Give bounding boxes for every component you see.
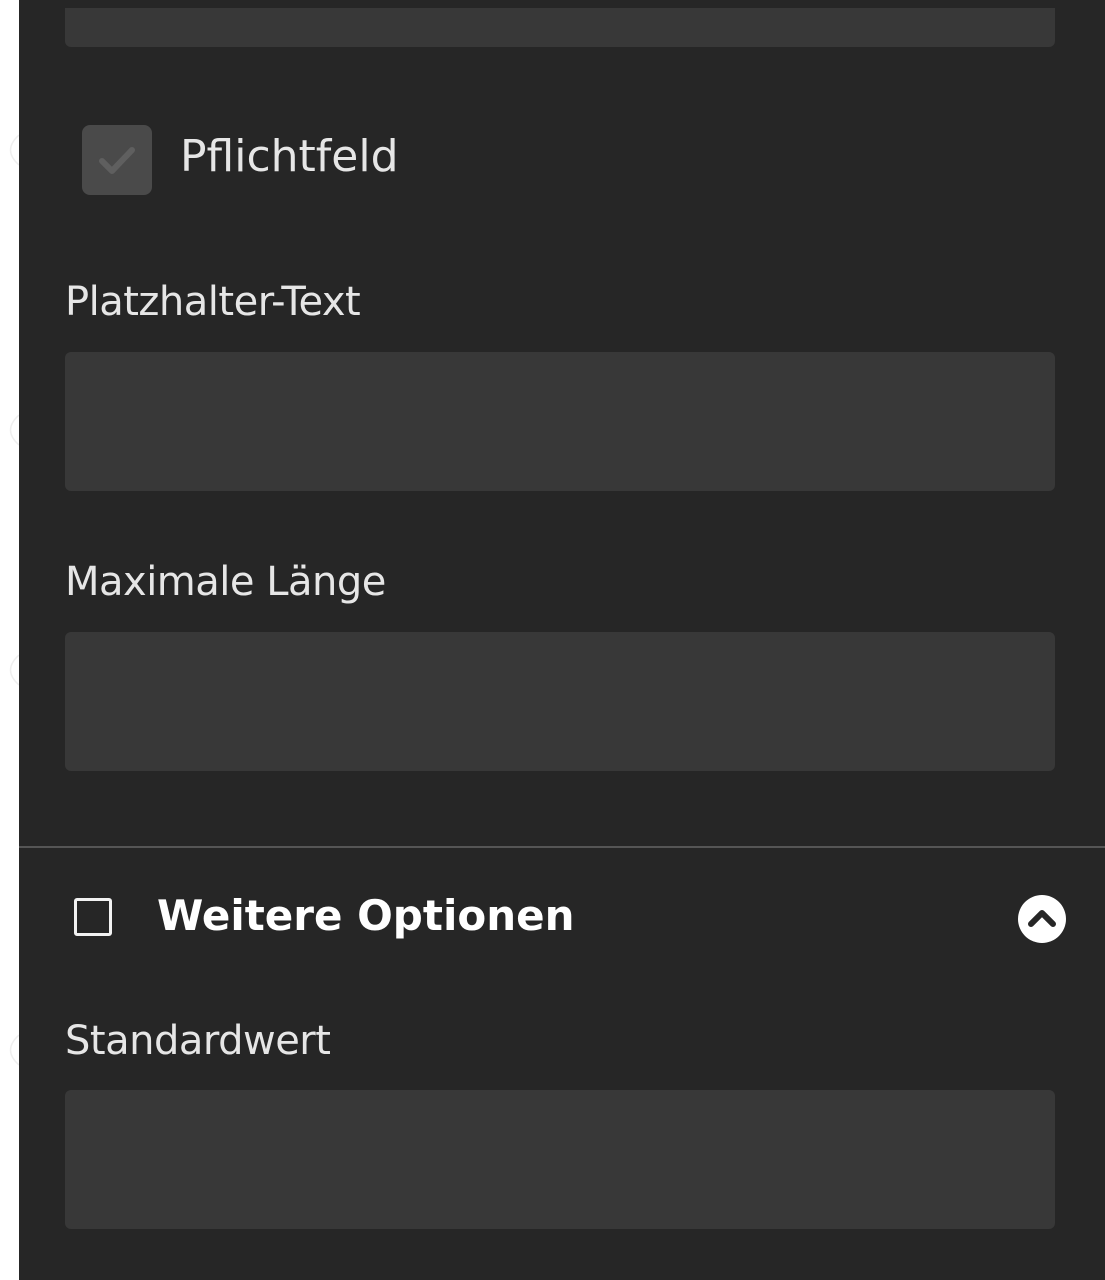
- placeholder-text-label: Platzhalter-Text: [65, 279, 361, 325]
- more-options-header[interactable]: Weitere Optionen: [19, 866, 1105, 974]
- top-input-field[interactable]: [65, 8, 1055, 47]
- placeholder-text-input[interactable]: [65, 352, 1055, 491]
- required-label: Pflichtfeld: [180, 131, 399, 182]
- background-decoration: [9, 134, 19, 166]
- max-length-label: Maximale Länge: [65, 559, 386, 605]
- more-options-checkbox[interactable]: [74, 898, 112, 936]
- default-value-input[interactable]: [65, 1090, 1055, 1229]
- background-decoration: [9, 654, 19, 686]
- default-value-label: Standardwert: [65, 1018, 331, 1064]
- checkmark-icon: [99, 147, 135, 174]
- page-root: Pflichtfeld Platzhalter-Text Maximale Lä…: [0, 0, 1105, 1280]
- background-decoration: [9, 1034, 19, 1066]
- required-checkbox[interactable]: [82, 125, 152, 195]
- max-length-input[interactable]: [65, 632, 1055, 771]
- chevron-up-circle-icon[interactable]: [1017, 894, 1067, 944]
- background-decoration: [9, 414, 19, 446]
- section-divider: [19, 846, 1105, 848]
- more-options-title: Weitere Optionen: [157, 891, 575, 940]
